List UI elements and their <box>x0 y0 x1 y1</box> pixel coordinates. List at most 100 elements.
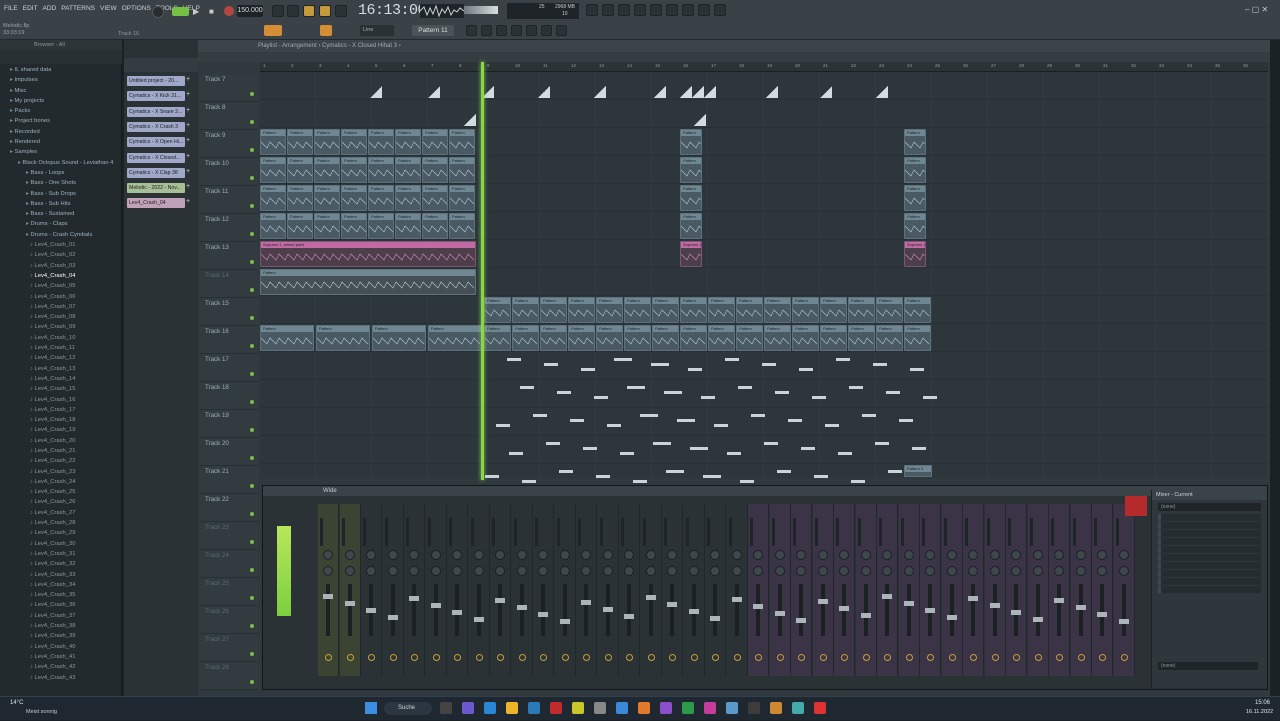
fader-handle[interactable] <box>559 619 570 624</box>
mixer-strip[interactable] <box>963 504 984 676</box>
pattern-clip[interactable]: Pattern <box>368 157 394 183</box>
browser-file[interactable]: ♪ Lev4_Crash_34 <box>4 580 120 590</box>
pattern-clip[interactable]: Pattern <box>422 129 448 155</box>
note-event[interactable] <box>668 391 682 394</box>
stereo-knob[interactable] <box>624 566 634 576</box>
pattern-clip[interactable]: Pattern <box>484 297 511 323</box>
track-header[interactable]: Track 17 <box>200 354 258 382</box>
channel-button[interactable]: Cymatics - X Kick 31... <box>127 91 185 102</box>
route-icon[interactable] <box>368 654 375 661</box>
pattern-clip[interactable]: Pattern <box>341 213 367 239</box>
route-icon[interactable] <box>905 654 913 661</box>
route-icon[interactable] <box>927 654 934 661</box>
volume-fader[interactable] <box>925 584 935 636</box>
taskbar-app-icon[interactable] <box>770 702 782 714</box>
record-icon[interactable] <box>224 6 234 16</box>
pattern-clip[interactable]: Pattern <box>848 297 875 323</box>
browser-file[interactable]: ♪ Lev4_Crash_22 <box>4 456 120 466</box>
weather-text[interactable]: Meist sonnig <box>26 709 57 715</box>
settings-icon[interactable] <box>556 25 567 36</box>
menu-edit[interactable]: EDIT <box>22 4 39 13</box>
pattern-clip[interactable]: Pattern <box>341 157 367 183</box>
mixer-strip[interactable] <box>490 504 511 676</box>
track-header[interactable]: Track 25 <box>200 578 258 606</box>
browser-folder[interactable]: ▸ My projects <box>4 96 120 106</box>
pattern-clip[interactable]: Pattern <box>287 129 313 155</box>
fader-handle[interactable] <box>925 608 935 613</box>
mixer-strip[interactable] <box>877 504 898 676</box>
note-event[interactable] <box>655 363 669 366</box>
note-event[interactable] <box>876 86 888 98</box>
track-header[interactable]: Track 24 <box>200 550 258 578</box>
mixer-strip[interactable] <box>855 504 877 676</box>
song-time[interactable]: 16:13:00 <box>358 2 427 19</box>
route-icon[interactable] <box>389 654 397 661</box>
stereo-knob[interactable] <box>774 566 785 576</box>
pattern-clip[interactable]: Pattern <box>314 213 340 239</box>
pattern-clip[interactable]: Soprano 1, aimed pitch <box>904 241 926 267</box>
tool-link-icon[interactable] <box>320 25 332 36</box>
pattern-clip[interactable]: Pattern <box>540 297 567 323</box>
route-icon[interactable] <box>819 654 827 661</box>
volume-fader[interactable] <box>430 584 441 636</box>
note-event[interactable] <box>583 447 597 450</box>
track-mute-led[interactable] <box>250 652 254 656</box>
route-icon[interactable] <box>669 654 676 661</box>
note-event[interactable] <box>725 358 739 361</box>
browser-file[interactable]: ♪ Lev4_Crash_37 <box>4 611 120 621</box>
stereo-knob[interactable] <box>366 566 376 576</box>
route-icon[interactable] <box>475 654 483 661</box>
note-event[interactable] <box>812 396 826 399</box>
browser-file[interactable]: ♪ Lev4_Crash_29 <box>4 528 120 538</box>
pattern-clip[interactable]: Pattern <box>395 129 421 155</box>
mixer-strip[interactable] <box>984 504 1006 676</box>
volume-fader[interactable] <box>323 584 333 636</box>
route-icon[interactable] <box>454 654 461 661</box>
taskbar-app-icon[interactable] <box>484 702 496 714</box>
volume-fader[interactable] <box>344 584 355 636</box>
browser-file[interactable]: ♪ Lev4_Crash_12 <box>4 353 120 363</box>
pan-knob[interactable] <box>387 550 398 560</box>
browser-file[interactable]: ♪ Lev4_Crash_24 <box>4 477 120 487</box>
pattern-clip[interactable]: Soprano 1, aimed pitch <box>260 241 476 267</box>
note-event[interactable] <box>762 363 776 366</box>
fader-handle[interactable] <box>903 601 914 606</box>
stereo-knob[interactable] <box>688 566 699 576</box>
stereo-knob[interactable] <box>323 566 333 576</box>
browser-icon[interactable] <box>526 25 537 36</box>
download-icon[interactable] <box>714 4 726 16</box>
browser-file[interactable]: ♪ Lev4_Crash_13 <box>4 364 120 374</box>
channel-add-icon[interactable]: + <box>186 137 190 144</box>
route-icon[interactable] <box>733 654 741 661</box>
browser-folder[interactable]: ▸ Bass - Loops <box>4 168 120 178</box>
song-mode-button[interactable] <box>172 7 189 16</box>
pattern-clip[interactable]: Pattern <box>596 325 623 351</box>
browser-folder[interactable]: ▸ Packs <box>4 106 120 116</box>
mixer-strip[interactable] <box>361 504 382 676</box>
note-event[interactable] <box>544 363 558 366</box>
pattern-clip[interactable]: Pattern <box>428 325 482 351</box>
pan-knob[interactable] <box>968 550 978 560</box>
fader-handle[interactable] <box>860 613 871 618</box>
note-event[interactable] <box>644 414 658 417</box>
mixer-strip[interactable] <box>512 504 533 676</box>
stereo-knob[interactable] <box>710 566 720 576</box>
input-select[interactable]: (none) <box>1158 503 1261 511</box>
pan-knob[interactable] <box>860 550 871 560</box>
note-event[interactable] <box>657 442 671 445</box>
help-icon[interactable] <box>618 4 630 16</box>
track-mute-led[interactable] <box>250 400 254 404</box>
route-icon[interactable] <box>346 654 354 661</box>
track-lane[interactable] <box>260 352 1268 380</box>
volume-fader[interactable] <box>581 584 591 636</box>
pattern-clip[interactable]: Pattern <box>512 297 539 323</box>
mixer-strip[interactable] <box>533 504 554 676</box>
volume-fader[interactable] <box>1097 584 1107 636</box>
browser-folder[interactable]: ▸ Bass - Sustained <box>4 209 120 219</box>
pan-knob[interactable] <box>989 550 1000 560</box>
route-icon[interactable] <box>991 654 999 661</box>
pattern-clip[interactable]: Pattern <box>422 157 448 183</box>
stereo-knob[interactable] <box>882 566 892 576</box>
track-mute-led[interactable] <box>250 568 254 572</box>
note-event[interactable] <box>766 86 778 98</box>
